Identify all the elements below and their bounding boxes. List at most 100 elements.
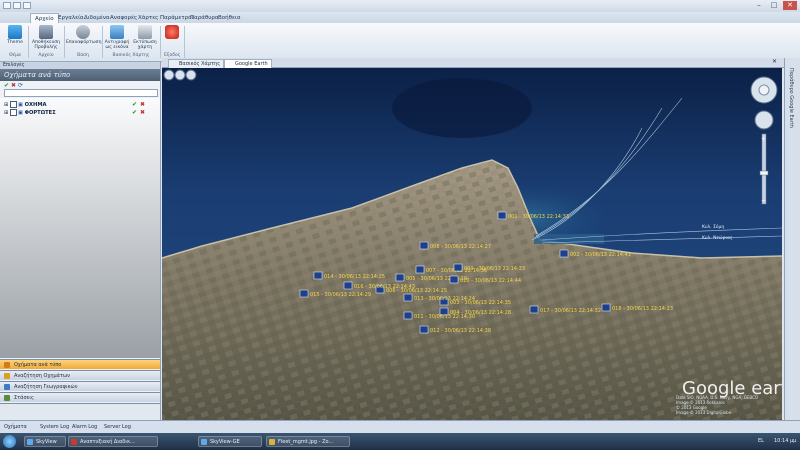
quick-undo-icon[interactable] xyxy=(23,2,31,9)
vehicle-marker[interactable] xyxy=(403,293,413,302)
search-tool-icon[interactable] xyxy=(185,69,197,81)
tab-help[interactable]: Βοήθεια xyxy=(214,13,244,23)
vehicle-marker[interactable] xyxy=(419,241,429,250)
vehicle-label: 009 - 30/06/13 22:14:33 xyxy=(464,266,525,272)
truck-icon: ▣ xyxy=(18,102,23,108)
image-icon xyxy=(269,439,275,445)
group-label-base: Βάση xyxy=(77,53,89,58)
vehicle-label: 014 - 30/06/13 22:14:25 xyxy=(324,274,385,280)
nav-search-vehicles[interactable]: Αναζήτηση Οχημάτων xyxy=(0,370,160,380)
vehicle-marker[interactable] xyxy=(415,265,425,274)
save-view-button[interactable]: Αποθήκευση Προβολής xyxy=(30,25,62,50)
map-tabs: Βασικός Χάρτης Google Earth ✕ xyxy=(162,58,784,68)
ribbon-separator xyxy=(28,26,29,58)
taskbar-skyview-ge[interactable]: SkyView-GE xyxy=(198,436,262,447)
start-button[interactable] xyxy=(3,435,16,448)
vehicle-marker[interactable] xyxy=(497,211,507,220)
move-joystick[interactable] xyxy=(754,110,774,130)
taskbar-image-viewer[interactable]: Fleet_mgmt.jpg - Zo... xyxy=(266,436,350,447)
hide-icon[interactable]: ✖ xyxy=(140,101,145,108)
printer-icon xyxy=(138,25,152,39)
power-icon xyxy=(165,25,179,39)
title-bar: – □ ✕ xyxy=(0,0,800,12)
look-joystick-center xyxy=(758,84,770,96)
quick-save-icon[interactable] xyxy=(13,2,21,9)
panel-header: Επιλογές xyxy=(0,62,160,69)
app-icon xyxy=(201,439,207,445)
globe-icon xyxy=(4,384,10,390)
status-alarm-log[interactable]: Alarm Log xyxy=(72,424,97,431)
left-panel: Επιλογές Οχήματα ανά τύπο ✔ ✖ ⟳ ⊞ ▣ ΟΧΗΜ… xyxy=(0,62,161,421)
visible-check-icon[interactable]: ✔ xyxy=(132,101,137,108)
vehicle-marker[interactable] xyxy=(299,289,309,298)
vehicle-label: 013 - 30/06/13 22:14:24 xyxy=(414,296,475,302)
vehicle-marker[interactable] xyxy=(403,311,413,320)
vehicle-label: 018 - 30/06/13 22:14:23 xyxy=(612,306,673,312)
panel-title: Οχήματα ανά τύπο xyxy=(0,69,160,81)
hide-icon[interactable]: ✖ xyxy=(140,109,145,116)
visible-check-icon[interactable]: ✔ xyxy=(132,109,137,116)
app-icon[interactable] xyxy=(3,2,11,9)
theme-button[interactable]: Theme xyxy=(4,25,26,45)
tab-base-map[interactable]: Βασικός Χάρτης xyxy=(168,59,225,68)
vehicle-marker[interactable] xyxy=(395,273,405,282)
measure-tool-icon[interactable] xyxy=(174,69,186,81)
stop-icon xyxy=(4,395,10,401)
exit-button[interactable] xyxy=(162,25,182,40)
google-earth-view[interactable]: Κυλ. Σύμη Κυλ. Νεώριας 001 - 30/06/13 22… xyxy=(162,68,782,420)
nav-stops[interactable]: Στάσεις xyxy=(0,392,160,402)
side-panel-label: Παράθυρο Google Earth xyxy=(788,68,794,128)
vehicle-label: 002 - 30/06/13 22:14:41 xyxy=(570,252,631,258)
check-all-icon[interactable]: ✔ xyxy=(4,82,9,89)
globe-tool-icon[interactable] xyxy=(163,69,175,81)
vehicle-marker[interactable] xyxy=(343,281,353,290)
zoom-in-icon[interactable]: + xyxy=(761,136,766,143)
refresh-icon[interactable]: ⟳ xyxy=(18,82,23,89)
map-area: Βασικός Χάρτης Google Earth ✕ Κυλ. Σύμη … xyxy=(162,58,784,420)
tree-item-loaders[interactable]: ⊞ ▣ ΦΟΡΤΩΤΕΣ xyxy=(4,109,56,117)
print-map-button[interactable]: Εκτύπωση χάρτη xyxy=(132,25,158,50)
filter-input[interactable] xyxy=(4,89,158,97)
vehicle-marker[interactable] xyxy=(529,305,539,314)
satellite-map[interactable]: Κυλ. Σύμη Κυλ. Νεώριας 001 - 30/06/13 22… xyxy=(162,68,782,420)
map-toolbar[interactable] xyxy=(163,69,197,81)
close-tab-icon[interactable]: ✕ xyxy=(772,58,777,65)
language-indicator[interactable]: EL xyxy=(758,438,764,444)
vehicle-label: 017 - 30/06/13 22:14:32 xyxy=(540,308,601,314)
taskbar-skyview[interactable]: SkyView xyxy=(24,436,66,447)
group-label-theme: Θέμα xyxy=(9,53,21,58)
vehicle-tree: ⊞ ▣ ΟΧΗΜΑ ⊞ ▣ ΦΟΡΤΩΤΕΣ ✔ ✖ ✔ ✖ xyxy=(0,98,160,358)
vehicle-marker[interactable] xyxy=(601,303,611,312)
pdf-icon xyxy=(71,439,77,445)
status-vehicles[interactable]: Οχήματα xyxy=(4,424,27,431)
vehicle-marker[interactable] xyxy=(419,325,429,334)
image-copy-icon xyxy=(110,25,124,39)
uncheck-all-icon[interactable]: ✖ xyxy=(11,82,16,89)
zoom-slider-track[interactable] xyxy=(761,133,767,205)
checkbox[interactable] xyxy=(10,101,17,108)
vehicle-label: 010 - 30/06/13 22:14:44 xyxy=(460,278,521,284)
copy-image-button[interactable]: Αντιγραφή ως εικόνα xyxy=(104,25,130,50)
tab-google-earth[interactable]: Google Earth xyxy=(224,59,272,68)
nav-search-geographic[interactable]: Αναζήτηση Γεωγραφικών xyxy=(0,381,160,391)
vehicle-marker[interactable] xyxy=(449,275,459,284)
close-button[interactable]: ✕ xyxy=(783,1,797,10)
reload-button[interactable]: Επαναφόρτωση xyxy=(66,25,101,45)
theme-icon xyxy=(8,25,22,39)
checkbox[interactable] xyxy=(10,109,17,116)
status-server-log[interactable]: Server Log xyxy=(104,424,131,431)
vehicle-marker[interactable] xyxy=(559,249,569,258)
minimize-button[interactable]: – xyxy=(752,1,766,10)
zoom-out-icon[interactable]: − xyxy=(761,197,766,204)
taskbar-doc[interactable]: Αναπτυξιακή Διαδικ... xyxy=(68,436,158,447)
vehicle-marker[interactable] xyxy=(453,263,463,272)
vehicle-label: 016 - 30/06/13 22:14:43 xyxy=(354,284,415,290)
nav-vehicles-by-type[interactable]: Οχήματα ανά τύπο xyxy=(0,359,160,369)
right-side-panel[interactable]: Παράθυρο Google Earth xyxy=(784,58,800,420)
tree-item-vehicle[interactable]: ⊞ ▣ ΟΧΗΜΑ xyxy=(4,101,47,109)
vehicle-label: 011 - 30/06/13 22:14:30 xyxy=(414,314,475,320)
status-system-log[interactable]: System Log xyxy=(40,424,69,431)
maximize-button[interactable]: □ xyxy=(767,1,781,10)
zoom-slider-thumb[interactable] xyxy=(759,170,769,176)
vehicle-marker[interactable] xyxy=(313,271,323,280)
